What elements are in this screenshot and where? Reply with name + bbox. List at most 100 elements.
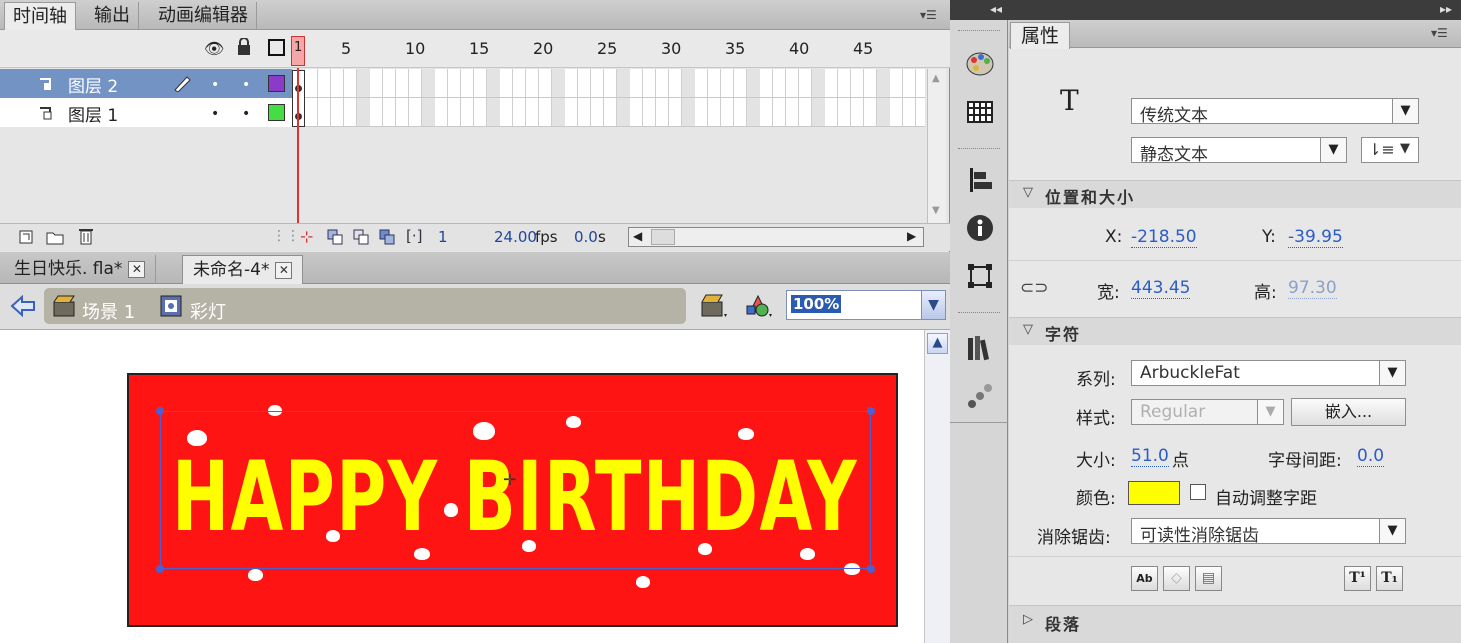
auto-kern-checkbox[interactable]	[1190, 484, 1206, 500]
doc-tab-untitled[interactable]: 未命名-4* ✕	[182, 255, 304, 284]
chevron-down-icon[interactable]: ▼	[1379, 519, 1405, 543]
antialias-select[interactable]: 可读性消除锯齿 ▼	[1131, 518, 1406, 546]
selectable-text-icon[interactable]: Ab	[1131, 566, 1158, 591]
resize-grip-icon[interactable]: ⋮⋮	[272, 228, 300, 244]
timeline-vscroll[interactable]: ▲ ▼	[927, 69, 946, 223]
doc-tab-birthday[interactable]: 生日快乐. fla* ✕	[4, 255, 157, 284]
outline-icon[interactable]	[268, 39, 285, 56]
swatches-grid-icon[interactable]	[964, 96, 996, 128]
width-value[interactable]: 443.45	[1131, 278, 1191, 299]
panel-menu-icon[interactable]: ▾☰	[1431, 26, 1448, 40]
center-frame-icon[interactable]: ⊹	[300, 227, 313, 246]
close-icon[interactable]: ✕	[275, 261, 293, 279]
chevron-down-icon[interactable]: ▼	[1379, 361, 1405, 385]
breadcrumb-symbol[interactable]: 彩灯	[190, 298, 226, 324]
tab-timeline[interactable]: 时间轴	[4, 2, 76, 30]
layer-name[interactable]: 图层 2	[68, 72, 118, 97]
timeline-hscroll[interactable]: ◀ ▶	[628, 227, 924, 247]
layer-row-1[interactable]: 图层 1 • •	[0, 98, 292, 127]
embed-button[interactable]: 嵌入...	[1291, 398, 1406, 426]
zoom-select[interactable]: 100% ▼	[786, 290, 946, 320]
font-family-value: ArbuckleFat	[1140, 363, 1240, 383]
section-paragraph[interactable]: ▷ 段落	[1009, 605, 1461, 643]
breadcrumb-scene[interactable]: 场景 1	[82, 298, 135, 324]
scroll-up-icon[interactable]: ▲	[927, 333, 948, 354]
zoom-value[interactable]: 100%	[791, 295, 842, 313]
text-color-swatch[interactable]	[1128, 481, 1180, 505]
chevron-down-icon[interactable]: ▼	[1320, 138, 1346, 162]
letter-spacing-value[interactable]: 0.0	[1357, 446, 1385, 467]
panel-menu-icon[interactable]: ▾☰	[920, 8, 937, 22]
tab-motion-editor[interactable]: 动画编辑器	[150, 2, 257, 30]
collapse-triangle-icon[interactable]: ▽	[1023, 185, 1033, 200]
elapsed-time-unit: s	[598, 228, 606, 246]
library-icon[interactable]	[964, 332, 996, 364]
chevron-down-icon[interactable]: ▼	[1400, 141, 1410, 156]
layer-color-swatch[interactable]	[268, 104, 285, 121]
size-value[interactable]: 51.0	[1131, 446, 1169, 467]
transform-icon[interactable]	[964, 260, 996, 292]
new-folder-icon[interactable]	[46, 229, 64, 249]
resize-handle[interactable]	[156, 565, 164, 573]
visibility-dot[interactable]: •	[211, 77, 219, 93]
current-frame[interactable]: 1	[438, 228, 448, 246]
lock-dot[interactable]: •	[242, 77, 250, 93]
y-value[interactable]: -39.95	[1288, 227, 1343, 248]
chevron-down-icon[interactable]: ▼	[1257, 400, 1283, 424]
lock-icon[interactable]	[236, 37, 252, 60]
tab-properties[interactable]: 属性	[1010, 22, 1071, 49]
font-style-select[interactable]: Regular ▼	[1131, 399, 1284, 425]
section-position-size[interactable]: ▽ 位置和大小	[1009, 180, 1461, 208]
playhead-marker[interactable]: 1	[291, 36, 305, 66]
show-border-icon[interactable]: ▤	[1195, 566, 1222, 591]
resize-handle[interactable]	[156, 407, 164, 415]
collapse-triangle-icon[interactable]: ▽	[1023, 322, 1033, 337]
components-icon[interactable]	[964, 380, 996, 412]
text-type-select[interactable]: 静态文本 ▼	[1131, 137, 1347, 165]
edit-multiple-frames-icon[interactable]	[378, 228, 396, 250]
onion-skin-icon[interactable]	[326, 228, 344, 250]
layer-name[interactable]: 图层 1	[68, 101, 118, 126]
frame-rate[interactable]: 24.00	[494, 228, 537, 246]
x-label: X:	[1105, 227, 1123, 247]
chevron-down-icon[interactable]: ▼	[1392, 99, 1418, 123]
layer-color-swatch[interactable]	[268, 75, 285, 92]
section-character[interactable]: ▽ 字符	[1009, 317, 1461, 345]
subscript-icon[interactable]: T₁	[1376, 566, 1403, 591]
render-html-icon[interactable]: ◇	[1163, 566, 1190, 591]
height-value[interactable]: 97.30	[1288, 278, 1337, 299]
frame-track-layer-2[interactable]	[305, 69, 925, 98]
visibility-dot[interactable]: •	[211, 106, 219, 122]
color-palette-icon[interactable]	[964, 48, 996, 80]
layer-row-2[interactable]: 图层 2 • •	[0, 69, 292, 98]
info-icon[interactable]	[964, 212, 996, 244]
x-value[interactable]: -218.50	[1131, 227, 1197, 248]
chevron-down-icon[interactable]: ▼	[921, 291, 945, 319]
collapse-left-icon[interactable]: ◂◂	[990, 2, 1002, 16]
eye-icon[interactable]: 👁	[204, 39, 224, 58]
onion-outline-icon[interactable]	[352, 228, 370, 250]
new-layer-icon[interactable]	[18, 229, 34, 249]
link-proportions-icon[interactable]: ⊂⊃	[1020, 278, 1049, 298]
stage-vscroll[interactable]: ▲	[924, 330, 950, 643]
align-icon[interactable]	[964, 164, 996, 196]
elapsed-time[interactable]: 0.0	[574, 228, 598, 246]
edit-scene-icon[interactable]	[700, 292, 728, 324]
lock-dot[interactable]: •	[242, 106, 250, 122]
text-orientation-select[interactable]: ⇂≡ ▼	[1361, 137, 1419, 163]
text-engine-select[interactable]: 传统文本 ▼	[1131, 98, 1419, 126]
frame-track-layer-1[interactable]	[305, 98, 925, 127]
expand-triangle-icon[interactable]: ▷	[1023, 612, 1033, 627]
modify-markers-icon[interactable]: [·]	[406, 227, 422, 245]
expand-right-icon[interactable]: ▸▸	[1440, 2, 1452, 16]
back-arrow-icon[interactable]	[10, 294, 36, 322]
trash-icon[interactable]	[78, 227, 94, 249]
close-icon[interactable]: ✕	[128, 260, 146, 278]
text-selection-box[interactable]	[156, 407, 875, 573]
font-family-select[interactable]: ArbuckleFat ▼	[1131, 360, 1406, 386]
edit-symbols-icon[interactable]	[744, 292, 774, 324]
tab-output[interactable]: 输出	[86, 2, 139, 30]
resize-handle[interactable]	[867, 565, 875, 573]
resize-handle[interactable]	[867, 407, 875, 415]
superscript-icon[interactable]: T¹	[1344, 566, 1371, 591]
